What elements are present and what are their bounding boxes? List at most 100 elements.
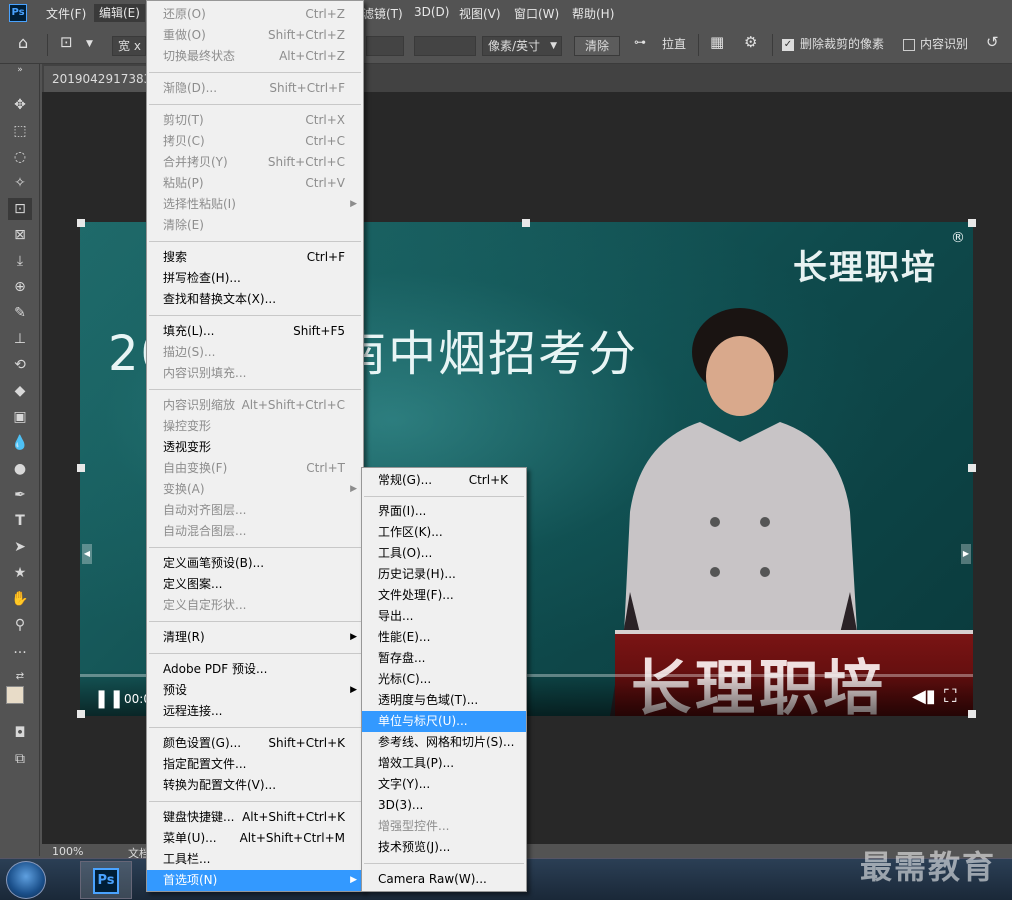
menu-filter[interactable]: 滤镜(T) (362, 5, 403, 22)
pref-menu-item[interactable]: 文件处理(F)... (362, 585, 526, 606)
prev-arrow-icon[interactable]: ◀ (82, 544, 92, 564)
edit-menu-item[interactable]: 合并拷贝(Y) Shift+Ctrl+C (147, 152, 363, 173)
edit-menu-item[interactable]: 自动混合图层... (147, 521, 363, 542)
edit-menu-item[interactable]: 重做(O) Shift+Ctrl+Z (147, 25, 363, 46)
zoom-tool-icon[interactable]: ⚲ (8, 614, 32, 636)
edit-menu-item[interactable]: 拷贝(C) Ctrl+C (147, 131, 363, 152)
edit-menu-item[interactable]: 清理(R) ▶ (147, 627, 363, 648)
edit-menu-item[interactable]: 填充(L)... Shift+F5 (147, 321, 363, 342)
delete-cropped-checkbox[interactable]: ✓ (782, 39, 794, 51)
edit-menu-item[interactable]: 描边(S)... (147, 342, 363, 363)
edit-menu-item[interactable]: 剪切(T) Ctrl+X (147, 110, 363, 131)
edit-menu-item[interactable]: 拼写检查(H)... (147, 268, 363, 289)
swap-colors-icon[interactable]: ⇄ (8, 666, 32, 688)
hand-tool-icon[interactable]: ✋ (8, 588, 32, 610)
gradient-icon[interactable]: ▣ (8, 406, 32, 428)
screen-mode-icon[interactable]: ⧉ (8, 748, 32, 770)
resolution-field[interactable] (414, 36, 476, 56)
document-tab[interactable]: 20190429173838 (44, 66, 154, 92)
crop-tool-icon[interactable]: ⊡ (60, 33, 73, 51)
straighten-icon[interactable]: ⊶ (634, 35, 646, 49)
pref-menu-item[interactable]: 常规(G)... Ctrl+K (362, 470, 526, 491)
edit-menu-item[interactable]: 自动对齐图层... (147, 500, 363, 521)
fullscreen-icon[interactable]: ⛶ (944, 686, 957, 707)
pen-tool-icon[interactable]: ✒ (8, 484, 32, 506)
pref-menu-item[interactable]: 界面(I)... (362, 501, 526, 522)
eraser-icon[interactable]: ◆ (8, 380, 32, 402)
edit-menu-item[interactable]: 指定配置文件... (147, 754, 363, 775)
crop-handle[interactable] (968, 219, 976, 227)
grid-overlay-icon[interactable]: ▦ (710, 33, 724, 51)
volume-icon[interactable]: ◀▮ (912, 686, 936, 707)
edit-menu-item[interactable]: 自由变换(F) Ctrl+T (147, 458, 363, 479)
move-tool-icon[interactable]: ✥ (8, 94, 32, 116)
pref-menu-item[interactable]: 性能(E)... (362, 627, 526, 648)
path-selection-icon[interactable]: ➤ (8, 536, 32, 558)
pref-menu-item[interactable]: 工作区(K)... (362, 522, 526, 543)
height-field[interactable] (366, 36, 404, 56)
crop-handle[interactable] (77, 464, 85, 472)
edit-menu-item[interactable]: 定义图案... (147, 574, 363, 595)
clone-stamp-icon[interactable]: ⊥ (8, 328, 32, 350)
edit-menu-item[interactable]: 预设 ▶ (147, 680, 363, 701)
frame-tool-icon[interactable]: ⊠ (8, 224, 32, 246)
pref-menu-item[interactable]: 增效工具(P)... (362, 753, 526, 774)
edit-menu-item[interactable]: 查找和替换文本(X)... (147, 289, 363, 310)
taskbar-photoshop[interactable]: Ps (80, 861, 132, 899)
marquee-tool-icon[interactable]: ⬚ (8, 120, 32, 142)
ratio-select[interactable]: 宽 x (112, 36, 146, 56)
crop-handle[interactable] (77, 219, 85, 227)
pref-menu-item[interactable]: 单位与标尺(U)... (362, 711, 526, 732)
edit-menu-item[interactable]: 透视变形 (147, 437, 363, 458)
menu-edit[interactable]: 编辑(E) (94, 4, 145, 22)
pref-menu-item[interactable]: 3D(3)... (362, 795, 526, 816)
edit-menu-item[interactable]: 远程连接... (147, 701, 363, 722)
dodge-tool-icon[interactable]: ● (8, 458, 32, 480)
quick-mask-icon[interactable]: ◘ (8, 722, 32, 744)
foreground-color-swatch[interactable] (6, 686, 24, 704)
blur-tool-icon[interactable]: 💧 (8, 432, 32, 454)
brush-tool-icon[interactable]: ✎ (8, 302, 32, 324)
straighten-button[interactable]: 拉直 (662, 35, 686, 52)
pref-menu-item[interactable]: 技术预览(J)... (362, 837, 526, 858)
edit-menu-item[interactable]: 搜索 Ctrl+F (147, 247, 363, 268)
edit-menu-item[interactable]: 首选项(N) ▶ (147, 870, 363, 891)
edit-menu-item[interactable]: 变换(A) ▶ (147, 479, 363, 500)
edit-menu-item[interactable]: 粘贴(P) Ctrl+V (147, 173, 363, 194)
menu-help[interactable]: 帮助(H) (572, 5, 614, 22)
crop-handle[interactable] (522, 219, 530, 227)
content-aware-checkbox[interactable] (903, 39, 915, 51)
clear-button[interactable]: 清除 (574, 36, 620, 56)
pref-menu-item[interactable]: 暂存盘... (362, 648, 526, 669)
edit-menu-item[interactable]: 定义自定形状... (147, 595, 363, 616)
reset-icon[interactable]: ↺ (986, 33, 999, 51)
edit-menu-item[interactable]: 内容识别缩放 Alt+Shift+Ctrl+C (147, 395, 363, 416)
pref-menu-item[interactable]: Camera Raw(W)... (362, 869, 526, 890)
magic-wand-icon[interactable]: ✧ (8, 172, 32, 194)
pref-menu-item[interactable]: 历史记录(H)... (362, 564, 526, 585)
start-button-icon[interactable] (6, 861, 46, 899)
crop-handle[interactable] (968, 710, 976, 718)
shape-tool-icon[interactable]: ★ (8, 562, 32, 584)
next-arrow-icon[interactable]: ▶ (961, 544, 971, 564)
chevron-down-icon[interactable]: ▼ (86, 39, 93, 49)
menu-3d[interactable]: 3D(D) (414, 5, 449, 19)
collapse-icon[interactable]: » (8, 64, 32, 76)
home-icon[interactable]: ⌂ (18, 33, 28, 52)
edit-menu-item[interactable]: 清除(E) (147, 215, 363, 236)
pref-menu-item[interactable]: 光标(C)... (362, 669, 526, 690)
menu-file[interactable]: 文件(F) (46, 5, 86, 22)
edit-menu-item[interactable]: 定义画笔预设(B)... (147, 553, 363, 574)
edit-menu-item[interactable]: Adobe PDF 预设... (147, 659, 363, 680)
healing-brush-icon[interactable]: ⊕ (8, 276, 32, 298)
pref-menu-item[interactable]: 工具(O)... (362, 543, 526, 564)
edit-menu-item[interactable]: 操控变形 (147, 416, 363, 437)
edit-menu-item[interactable]: 颜色设置(G)... Shift+Ctrl+K (147, 733, 363, 754)
more-tools-icon[interactable]: ··· (8, 642, 32, 664)
pref-menu-item[interactable]: 透明度与色域(T)... (362, 690, 526, 711)
edit-menu-item[interactable]: 菜单(U)... Alt+Shift+Ctrl+M (147, 828, 363, 849)
edit-menu-item[interactable]: 选择性粘贴(I) ▶ (147, 194, 363, 215)
edit-menu-item[interactable]: 转换为配置文件(V)... (147, 775, 363, 796)
edit-menu-item[interactable]: 工具栏... (147, 849, 363, 870)
pref-menu-item[interactable]: 增强型控件... (362, 816, 526, 837)
